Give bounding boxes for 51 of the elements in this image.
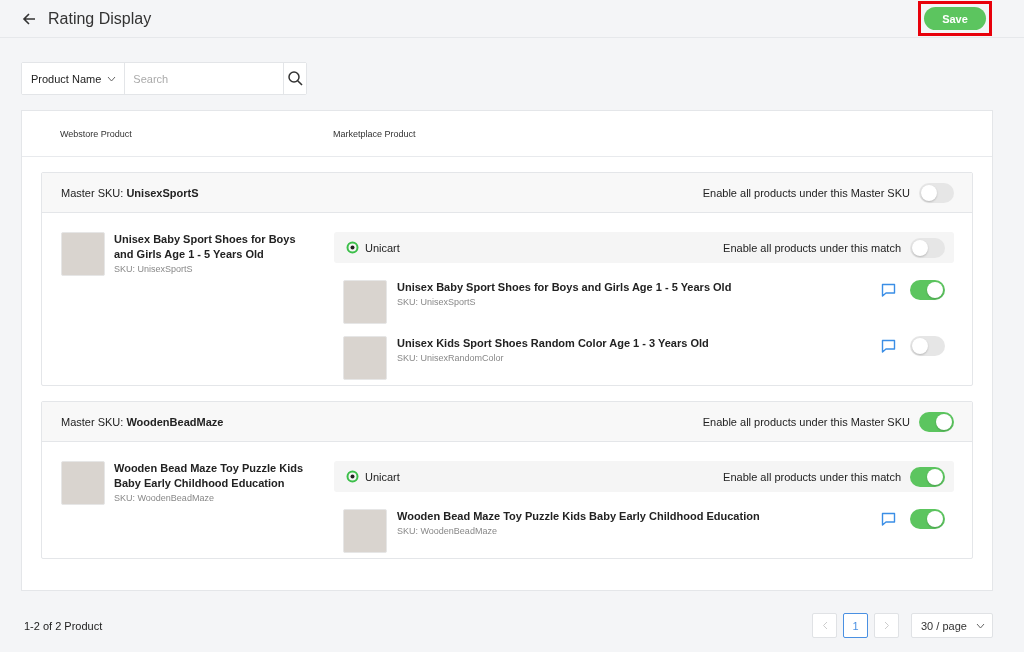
search-bar[interactable]: Product Name Search [21,62,307,95]
search-icon [287,71,303,86]
enable-label: Enable all products under this match [723,470,901,483]
product-sku: SKU: UnisexSportS [397,297,477,307]
master-sku-label: Master SKU: WoodenBeadMaze [61,415,224,428]
product-name: Unisex Baby Sport Shoes for Boys and Girls Age 1 - 5 Years Old [114,232,297,262]
channel-logo-icon [346,241,359,254]
column-header: Webstore Product [60,128,133,139]
page-title: Rating Display [48,9,153,28]
toggle-switch[interactable] [910,509,945,529]
product-name: Unisex Baby Sport Shoes for Boys and Girls Age 1 - 5 Years Old [397,280,733,295]
column-header: Marketplace Product [333,128,417,139]
enable-label: Enable all products under this Master SKU [702,186,910,199]
master-sku-label: Master SKU: UnisexSportS [61,186,199,199]
channel-name: Unicart [365,470,400,483]
chevron-right-icon [883,621,890,630]
toggle-switch[interactable] [919,182,954,203]
chevron-down-icon [107,75,117,82]
product-sku: SKU: WoodenBeadMaze [114,493,215,503]
back-arrow-icon[interactable] [22,11,36,26]
chat-bubble-icon[interactable] [881,283,896,297]
toggle-switch[interactable] [910,280,945,300]
product-name: Wooden Bead Maze Toy Puzzle Kids Baby Early Childhood Education [114,461,305,491]
product-name: Unisex Kids Sport Shoes Random Color Age 1 - 3 Years Old [397,336,710,351]
page-size-dropdown[interactable]: 30 / page [911,613,993,638]
product-name: Wooden Bead Maze Toy Puzzle Kids Baby Early Childhood Education [397,509,761,524]
chevron-left-icon [821,621,828,630]
product-sku: SKU: WoodenBeadMaze [397,526,498,536]
channel-name: Unicart [365,241,400,254]
photo-placeholder [61,232,105,276]
product-sku: SKU: UnisexRandomColor [397,353,505,363]
chat-bubble-icon[interactable] [881,512,896,526]
toggle-switch[interactable] [910,466,945,487]
chat-bubble-icon[interactable] [881,339,896,353]
toggle-switch[interactable] [910,237,945,258]
photo-placeholder [61,461,105,505]
enable-label: Enable all products under this Master SKU [702,415,910,428]
enable-label: Enable all products under this match [723,241,901,254]
result-count: 1-2 of 2 Product [24,619,104,632]
photo-placeholder [343,336,387,380]
previous-page-button[interactable] [812,613,837,638]
photo-placeholder [343,280,387,324]
channel-logo-icon [346,470,359,483]
toggle-switch[interactable] [910,336,945,356]
chevron-down-icon [976,622,985,629]
next-page-button[interactable] [874,613,899,638]
photo-placeholder [343,509,387,553]
toggle-switch[interactable] [919,411,954,432]
search-button[interactable] [283,63,306,94]
filter-dropdown[interactable]: Product Name [22,63,126,94]
product-sku: SKU: UnisexSportS [114,264,194,274]
